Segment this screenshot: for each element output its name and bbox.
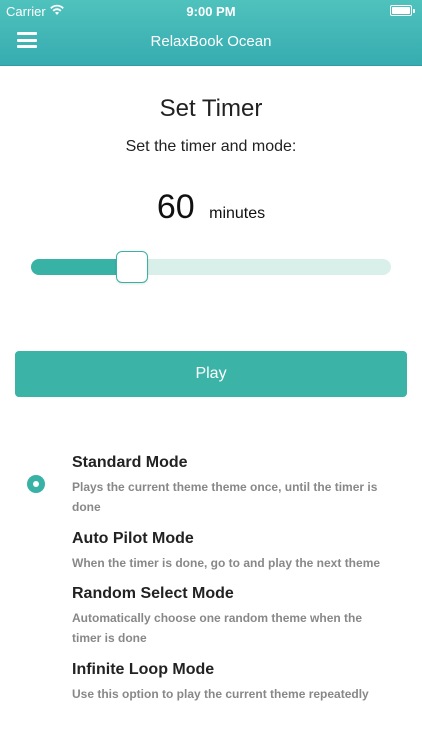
mode-random-select[interactable]: Random Select Mode Automatically choose …	[0, 583, 392, 648]
mode-radio[interactable]	[27, 682, 45, 700]
battery-icon	[390, 5, 415, 16]
mode-radio[interactable]	[27, 475, 45, 493]
mode-description: When the timer is done, go to and play t…	[72, 556, 381, 570]
mode-title: Random Select Mode	[72, 585, 234, 602]
play-button[interactable]: Play	[15, 351, 407, 397]
status-bar: Carrier 9:00 PM	[0, 0, 422, 22]
mode-description: Plays the current theme theme once, unti…	[72, 480, 378, 514]
mode-infinite-loop[interactable]: Infinite Loop Mode Use this option to pl…	[0, 659, 392, 704]
mode-description: Automatically choose one random theme wh…	[72, 611, 363, 645]
mode-standard[interactable]: Standard Mode Plays the current theme th…	[0, 452, 392, 517]
page-subtitle: Set the timer and mode:	[125, 138, 297, 155]
mode-radio[interactable]	[27, 551, 45, 569]
mode-title: Standard Mode	[72, 454, 188, 471]
status-time: 9:00 PM	[186, 4, 236, 19]
timer-slider[interactable]	[31, 251, 391, 283]
page-title: Set Timer	[159, 95, 263, 122]
mode-auto-pilot[interactable]: Auto Pilot Mode When the timer is done, …	[0, 528, 392, 573]
slider-thumb[interactable]	[115, 251, 148, 283]
app-header: Carrier 9:00 PM RelaxBook Ocean	[0, 0, 422, 66]
mode-radio[interactable]	[27, 606, 45, 624]
mode-description: Use this option to play the current them…	[72, 687, 369, 701]
mode-title: Infinite Loop Mode	[72, 661, 215, 678]
timer-unit: minutes	[209, 205, 266, 222]
timer-value: 60	[156, 188, 195, 226]
mode-title: Auto Pilot Mode	[72, 530, 194, 547]
app-title: RelaxBook Ocean	[150, 33, 272, 50]
timer-readout: 60 minutes	[0, 188, 422, 227]
